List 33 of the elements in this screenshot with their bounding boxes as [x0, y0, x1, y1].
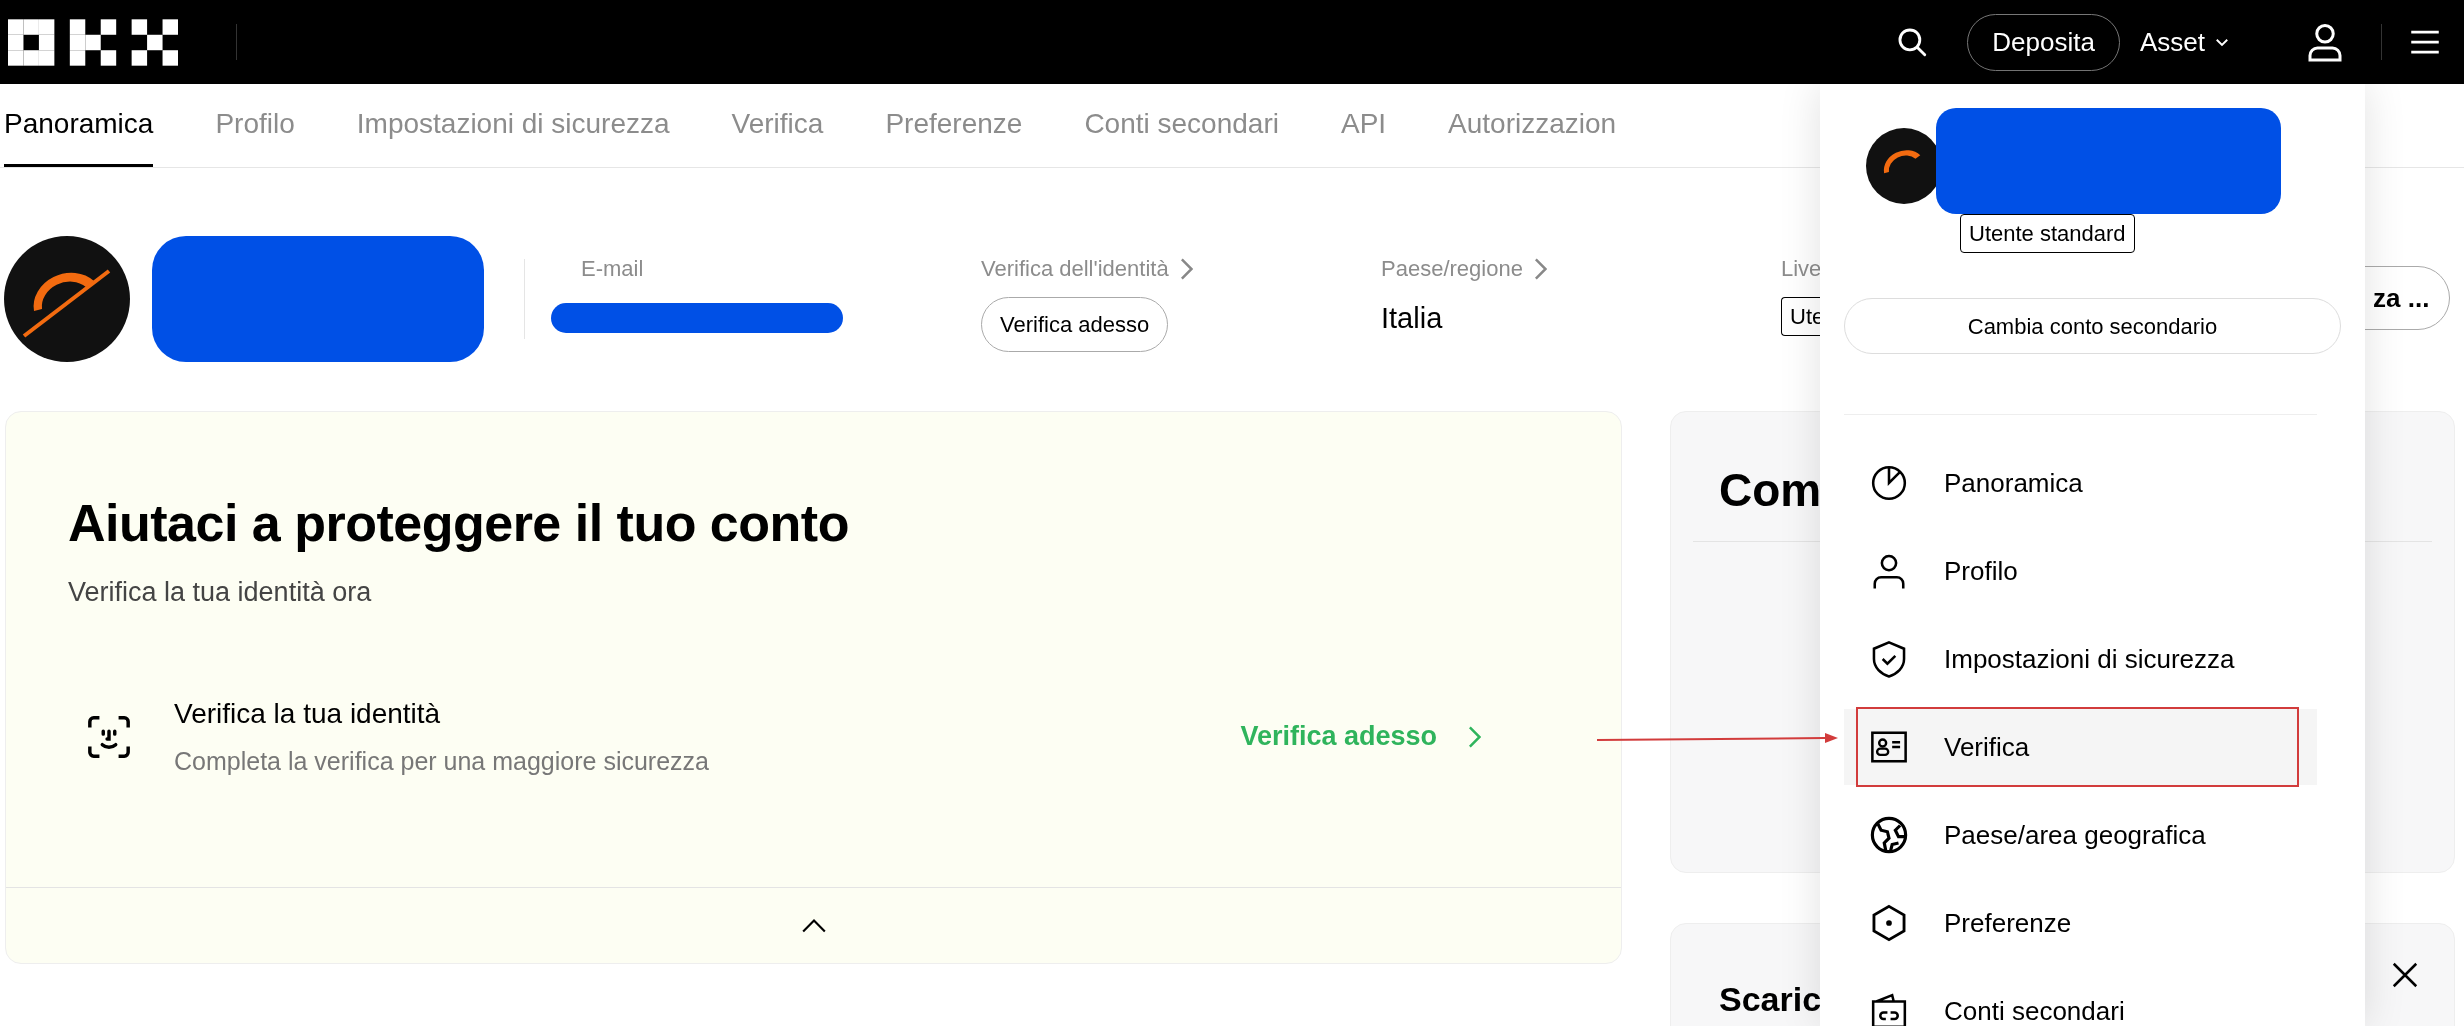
chevron-up-icon[interactable]: [800, 917, 827, 934]
tab[interactable]: Panoramica: [4, 84, 154, 167]
asset-menu[interactable]: Asset: [2139, 22, 2231, 62]
task-description: Completa la verifica per una maggiore sicurezza: [174, 745, 710, 777]
switch-account-button[interactable]: Cambia conto secondario: [1844, 298, 2341, 354]
account-badge: Utente standard: [1960, 214, 2135, 253]
card-title: Aiutaci a proteggere il tuo conto: [68, 493, 850, 554]
hexagon-icon: [1870, 904, 1908, 942]
field-label: Live: [1781, 255, 1823, 283]
globe-icon: [1870, 816, 1908, 854]
user-icon[interactable]: [2307, 22, 2343, 62]
chevron-icon: [1532, 257, 1547, 280]
close-icon[interactable]: [2390, 960, 2420, 990]
shield-icon: [1870, 640, 1908, 678]
field-label: Paese/regione: [1381, 255, 1523, 283]
card-subtitle: Verifica la tua identità ora: [68, 576, 373, 610]
id-card-icon: [1870, 728, 1908, 766]
card-title: Scaric: [1719, 979, 1822, 1020]
logo[interactable]: [8, 16, 178, 68]
country-value: Italia: [1381, 301, 1444, 336]
chevron-icon: [1178, 257, 1193, 280]
card-title: Com: [1719, 463, 1822, 518]
menu-item[interactable]: Verifica: [1844, 709, 2317, 785]
verify-button[interactable]: Verifica adesso: [981, 297, 1169, 352]
face-scan-icon: [86, 713, 132, 760]
chevron-icon: [1467, 725, 1481, 748]
person-icon: [1870, 552, 1908, 590]
task-title: Verifica la tua identità: [174, 696, 442, 731]
menu-icon[interactable]: [2410, 29, 2440, 55]
pie-chart-icon: [1870, 464, 1908, 502]
wallet-link-icon: [1870, 992, 1908, 1026]
field-label: E-mail: [580, 255, 645, 283]
field-label: Verifica dell'identità: [981, 255, 1169, 283]
